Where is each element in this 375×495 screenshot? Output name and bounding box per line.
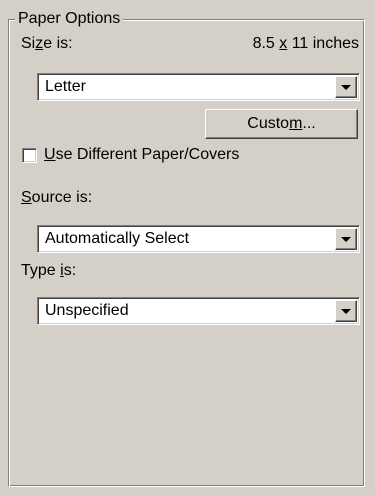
- custom-button-pre: Custo: [247, 115, 290, 132]
- dimensions-width: 8.5: [252, 35, 280, 52]
- custom-button-accesskey: m: [289, 115, 303, 132]
- dimensions-height: 11 inches: [287, 35, 359, 52]
- use-different-paper-label[interactable]: Use Different Paper/Covers: [44, 145, 239, 165]
- size-selected-value: Letter: [45, 78, 86, 95]
- source-dropdown[interactable]: Automatically Select: [37, 225, 360, 253]
- size-dropdown-button[interactable]: [335, 76, 357, 98]
- paper-options-panel: Paper Options Size is: 8.5 x 11 inches L…: [0, 0, 375, 495]
- source-label-text: ource is:: [31, 189, 93, 206]
- type-dropdown[interactable]: Unspecified: [37, 297, 360, 325]
- size-dropdown[interactable]: Letter: [37, 73, 360, 101]
- group-title: Paper Options: [15, 9, 124, 29]
- use-different-paper-checkbox[interactable]: [22, 148, 37, 163]
- chevron-down-icon: [341, 237, 351, 242]
- type-label-post: s:: [63, 262, 77, 279]
- source-label-accesskey: S: [21, 189, 32, 206]
- size-label: Size is:: [21, 34, 73, 54]
- paper-dimensions: 8.5 x 11 inches: [253, 34, 359, 54]
- chevron-down-icon: [341, 309, 351, 314]
- custom-size-button[interactable]: Custom...: [205, 109, 358, 139]
- custom-button-post: ...: [302, 115, 316, 132]
- size-label-pre: Si: [21, 35, 36, 52]
- source-selected-value: Automatically Select: [45, 230, 190, 247]
- source-label: Source is:: [21, 188, 92, 208]
- type-label-pre: Type: [21, 262, 61, 279]
- type-selected-value: Unspecified: [45, 302, 129, 319]
- chevron-down-icon: [341, 85, 351, 90]
- type-label: Type is:: [21, 261, 76, 281]
- use-different-paper-accesskey: U: [44, 146, 56, 163]
- type-dropdown-button[interactable]: [335, 300, 357, 322]
- source-dropdown-button[interactable]: [335, 228, 357, 250]
- use-different-paper-text: se Different Paper/Covers: [55, 146, 240, 163]
- size-label-post: e is:: [43, 35, 73, 52]
